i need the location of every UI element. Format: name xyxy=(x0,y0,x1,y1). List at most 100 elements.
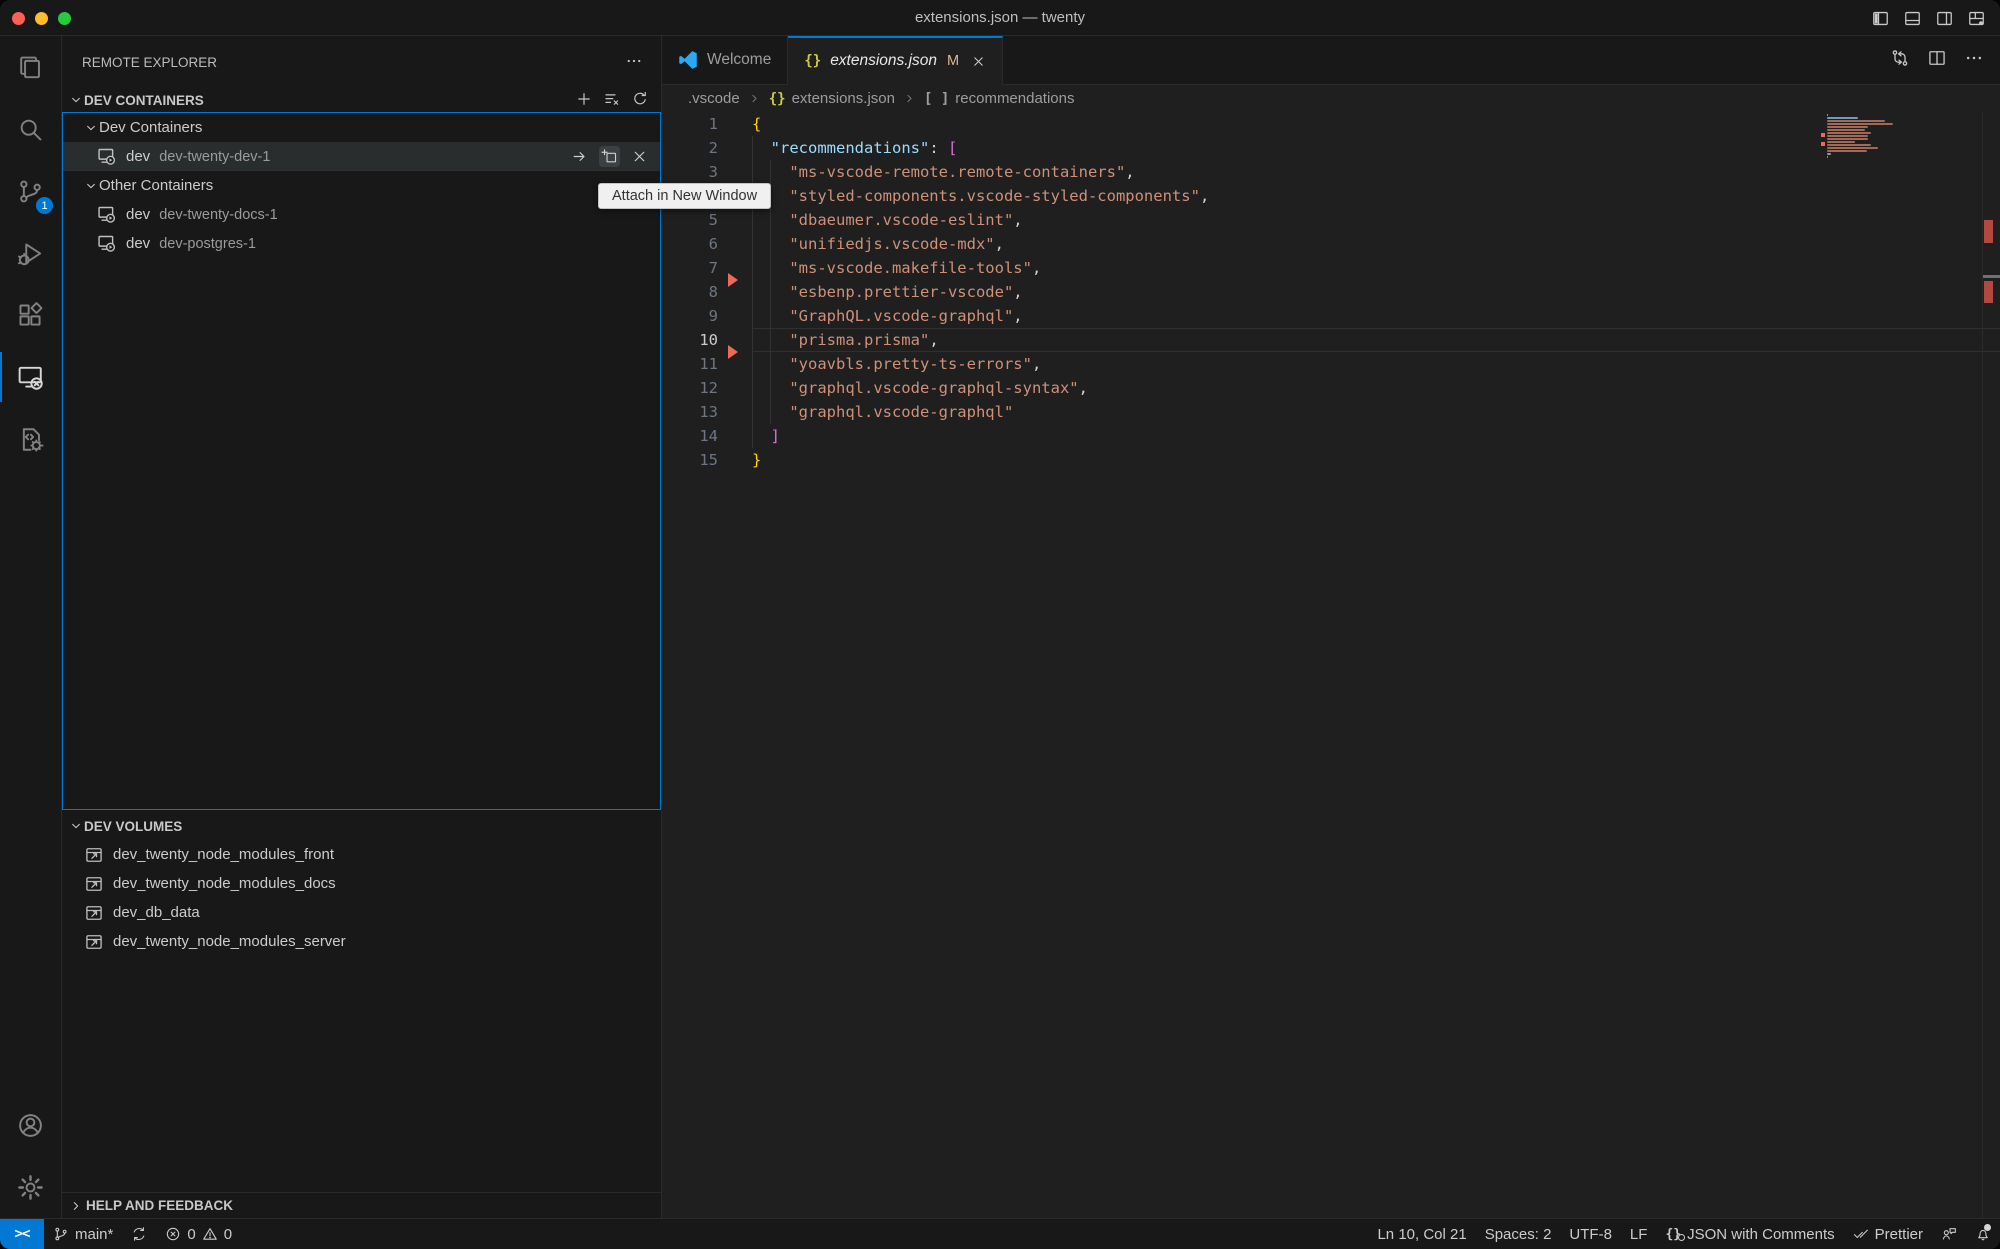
code-line[interactable]: 14 ] xyxy=(662,424,2000,448)
overview-ruler[interactable] xyxy=(1982,112,2000,1218)
notifications-status[interactable] xyxy=(1966,1219,2000,1249)
warning-icon xyxy=(202,1226,218,1242)
error-icon xyxy=(165,1226,181,1242)
code-line[interactable]: 1{ xyxy=(662,112,2000,136)
code-line[interactable]: 5 "dbaeumer.vscode-eslint", xyxy=(662,208,2000,232)
code-line[interactable]: 10 "prisma.prisma", xyxy=(662,328,2000,352)
encoding-status[interactable]: UTF-8 xyxy=(1560,1219,1621,1249)
formatter-status[interactable]: Prettier xyxy=(1844,1219,1932,1249)
dev-containers-icon[interactable] xyxy=(0,408,61,470)
breadcrumb: .vscode {} extensions.json [ ] recommend… xyxy=(662,85,2000,112)
code-line[interactable]: 7 "ms-vscode.makefile-tools", xyxy=(662,256,2000,280)
container-item[interactable]: devdev-twenty-dev-1 xyxy=(63,142,660,171)
tree-group-dev-containers[interactable]: Dev Containers xyxy=(63,113,660,142)
feedback-status[interactable] xyxy=(1932,1219,1966,1249)
refresh-icon[interactable] xyxy=(631,90,649,111)
code-line[interactable]: 15} xyxy=(662,448,2000,472)
open-changes-icon[interactable] xyxy=(1890,48,1910,73)
close-tab-icon[interactable] xyxy=(971,54,986,69)
line-number: 8 xyxy=(662,280,752,304)
extensions-icon[interactable] xyxy=(0,284,61,346)
source-control-icon[interactable]: 1 xyxy=(0,160,61,222)
chevron-down-icon xyxy=(83,178,99,194)
line-number: 7 xyxy=(662,256,752,280)
attach-new-window-icon[interactable] xyxy=(599,146,620,167)
breadcrumb-recommendations[interactable]: [ ] recommendations xyxy=(924,90,1075,107)
code-line[interactable]: 3 "ms-vscode-remote.remote-containers", xyxy=(662,160,2000,184)
sidebar-more-actions-icon[interactable] xyxy=(625,52,643,73)
code-line[interactable]: 4 "styled-components.vscode-styled-compo… xyxy=(662,184,2000,208)
indentation-status[interactable]: Spaces: 2 xyxy=(1476,1219,1561,1249)
code-line[interactable]: 13 "graphql.vscode-graphql" xyxy=(662,400,2000,424)
volume-icon xyxy=(84,903,104,923)
code-line[interactable]: 11 "yoavbls.pretty-ts-errors", xyxy=(662,352,2000,376)
sync-status[interactable] xyxy=(122,1219,156,1249)
remote-indicator[interactable]: >< xyxy=(0,1219,44,1249)
sidebar-title: REMOTE EXPLORER xyxy=(82,55,217,70)
line-number: 5 xyxy=(662,208,752,232)
volume-item[interactable]: dev_twenty_node_modules_front xyxy=(62,840,661,869)
language-mode-status[interactable]: {} JSON with Comments xyxy=(1656,1219,1843,1249)
toggle-secondary-sidebar-icon[interactable] xyxy=(1935,9,1954,28)
container-item[interactable]: devdev-postgres-1 xyxy=(63,229,660,258)
badge: 1 xyxy=(36,197,53,214)
container-item[interactable]: devdev-twenty-docs-1 xyxy=(63,200,660,229)
tree-group-other-containers[interactable]: Other Containers xyxy=(63,171,660,200)
dev-container-icon xyxy=(96,233,117,254)
dev-containers-section-header[interactable]: DEV CONTAINERS xyxy=(62,88,661,112)
filter-icon[interactable] xyxy=(603,90,621,111)
volume-item[interactable]: dev_twenty_node_modules_server xyxy=(62,927,661,956)
code-line[interactable]: 9 "GraphQL.vscode-graphql", xyxy=(662,304,2000,328)
attach-icon[interactable] xyxy=(569,146,590,167)
code-line[interactable]: 8 "esbenp.prettier-vscode", xyxy=(662,280,2000,304)
editor-more-actions-icon[interactable] xyxy=(1964,48,1984,73)
add-icon[interactable] xyxy=(575,90,593,111)
volume-item[interactable]: dev_db_data xyxy=(62,898,661,927)
json-icon: {} xyxy=(769,91,786,107)
code-line[interactable]: 12 "graphql.vscode-graphql-syntax", xyxy=(662,376,2000,400)
minimap[interactable] xyxy=(1827,114,1897,159)
line-number: 11 xyxy=(662,352,752,376)
problems-status[interactable]: 0 0 xyxy=(156,1219,241,1249)
volume-icon xyxy=(84,845,104,865)
code-line[interactable]: 2 "recommendations": [ xyxy=(662,136,2000,160)
volume-icon xyxy=(84,874,104,894)
activity-bar: 1 xyxy=(0,36,62,1218)
git-branch-icon xyxy=(53,1226,69,1242)
help-and-feedback-section-header[interactable]: HELP AND FEEDBACK xyxy=(62,1192,661,1218)
remote-explorer-sidebar: REMOTE EXPLORER DEV CONTAINERS Dev Conta… xyxy=(62,36,662,1218)
branch-status[interactable]: main* xyxy=(44,1219,122,1249)
explorer-icon[interactable] xyxy=(0,36,61,98)
code-line[interactable]: 6 "unifiedjs.vscode-mdx", xyxy=(662,232,2000,256)
dev-container-icon xyxy=(96,146,117,167)
run-and-debug-icon[interactable] xyxy=(0,222,61,284)
breadcrumb-vscode[interactable]: .vscode xyxy=(688,90,740,107)
accounts-icon[interactable] xyxy=(0,1094,61,1156)
editor-group: Welcome {} extensions.json M .vscode xyxy=(662,36,2000,1218)
split-editor-icon[interactable] xyxy=(1927,48,1947,73)
toggle-primary-sidebar-icon[interactable] xyxy=(1871,9,1890,28)
window-controls xyxy=(12,0,71,36)
search-icon[interactable] xyxy=(0,98,61,160)
line-number: 14 xyxy=(662,424,752,448)
code-editor[interactable]: 1{2 "recommendations": [3 "ms-vscode-rem… xyxy=(662,112,2000,1218)
minimize-window-button[interactable] xyxy=(35,12,48,25)
manage-icon[interactable] xyxy=(0,1156,61,1218)
dev-volumes-section-header[interactable]: DEV VOLUMES xyxy=(62,812,661,840)
double-check-icon xyxy=(1853,1226,1869,1242)
tab-welcome[interactable]: Welcome xyxy=(662,36,788,84)
window-title: extensions.json — twenty xyxy=(0,9,2000,26)
tooltip: Attach in New Window xyxy=(598,183,771,209)
tab-extensions-json[interactable]: {} extensions.json M xyxy=(788,36,1003,85)
customize-layout-icon[interactable] xyxy=(1967,9,1986,28)
eol-status[interactable]: LF xyxy=(1621,1219,1657,1249)
remote-explorer-icon[interactable] xyxy=(0,346,61,408)
close-window-button[interactable] xyxy=(12,12,25,25)
toggle-panel-icon[interactable] xyxy=(1903,9,1922,28)
json-icon: {} xyxy=(804,53,821,69)
volume-item[interactable]: dev_twenty_node_modules_docs xyxy=(62,869,661,898)
breadcrumb-extensions-json[interactable]: {} extensions.json xyxy=(769,90,895,107)
zoom-window-button[interactable] xyxy=(58,12,71,25)
stop-icon[interactable] xyxy=(629,146,650,167)
cursor-position-status[interactable]: Ln 10, Col 21 xyxy=(1368,1219,1475,1249)
